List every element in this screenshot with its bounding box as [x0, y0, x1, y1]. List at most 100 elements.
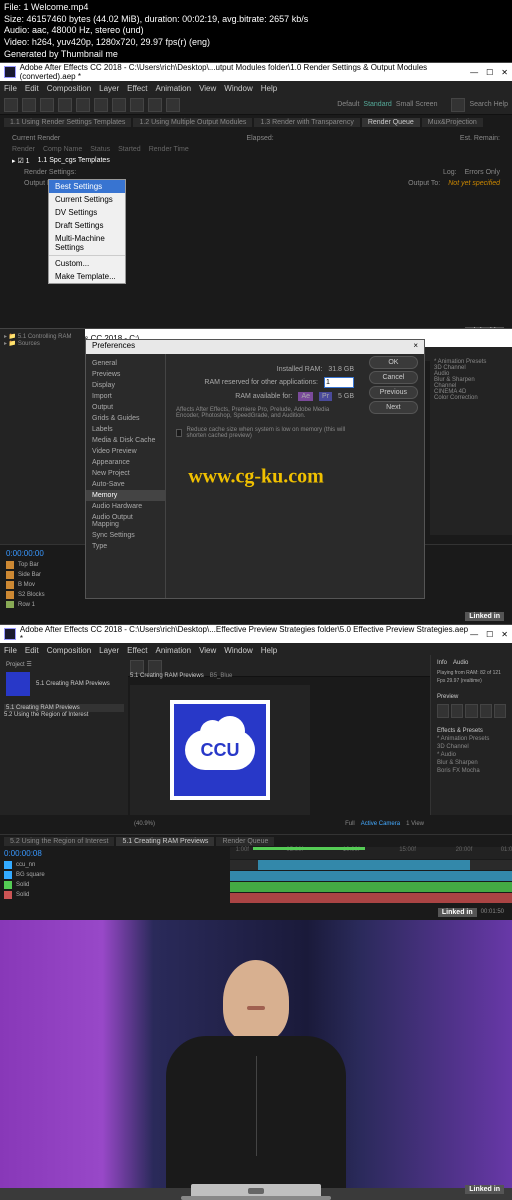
track-bar[interactable]	[230, 882, 512, 892]
menu-draft-settings[interactable]: Draft Settings	[49, 219, 125, 232]
prefs-next-button[interactable]: Next	[369, 401, 418, 414]
workspace-default[interactable]: Default	[337, 101, 359, 108]
viewer-camera[interactable]: Active Camera	[361, 821, 400, 827]
track-bar[interactable]	[230, 893, 512, 903]
prefs-previews[interactable]: Previews	[86, 369, 165, 380]
preview-next-icon[interactable]	[480, 704, 492, 718]
prefs-labels[interactable]: Labels	[86, 424, 165, 435]
rq-item-name[interactable]: 1.1 Spc_cgs Templates	[38, 157, 110, 165]
tool-camera[interactable]	[76, 98, 90, 112]
log-value[interactable]: Errors Only	[465, 169, 500, 176]
menu-current-settings[interactable]: Current Settings	[49, 193, 125, 206]
composition-viewer[interactable]: CCU	[130, 685, 310, 815]
prefs-ok-button[interactable]: OK	[369, 356, 418, 369]
maximize-button[interactable]: ☐	[486, 68, 493, 77]
zoom-level[interactable]: (40.9%)	[134, 821, 155, 827]
prefs-display[interactable]: Display	[86, 380, 165, 391]
tab-mux[interactable]: Mux&Projection	[422, 118, 483, 127]
prefs-close-button[interactable]: ×	[413, 341, 418, 353]
prefs-type[interactable]: Type	[86, 541, 165, 552]
comp-tab-2[interactable]: B5_Blue	[210, 673, 233, 679]
menu-layer[interactable]: Layer	[99, 84, 119, 93]
tab-transparency[interactable]: 1.3 Render with Transparency	[254, 118, 359, 127]
preview-tab[interactable]: Preview	[435, 693, 508, 701]
menu-effect[interactable]: Effect	[127, 84, 147, 93]
prefs-import[interactable]: Import	[86, 391, 165, 402]
tool-shape[interactable]	[112, 98, 126, 112]
tl-tab-3[interactable]: Render Queue	[216, 837, 274, 846]
workspace-standard[interactable]: Standard	[363, 101, 391, 108]
prefs-prev-button[interactable]: Previous	[369, 386, 418, 399]
menu-edit[interactable]: Edit	[25, 84, 39, 93]
prefs-audio-out[interactable]: Audio Output Mapping	[86, 512, 165, 530]
prefs-sync[interactable]: Sync Settings	[86, 530, 165, 541]
menu-window[interactable]: Window	[224, 84, 252, 93]
proj-sources[interactable]: ▸ 📁 Sources	[4, 340, 81, 347]
menu-composition[interactable]: Composition	[47, 84, 91, 93]
menu-edit[interactable]: Edit	[25, 646, 39, 655]
menu-view[interactable]: View	[199, 646, 216, 655]
menu-window[interactable]: Window	[224, 646, 252, 655]
close-button[interactable]: ✕	[501, 68, 508, 77]
menu-multi-machine[interactable]: Multi-Machine Settings	[49, 232, 125, 254]
prefs-audio-hw[interactable]: Audio Hardware	[86, 501, 165, 512]
menu-file[interactable]: File	[4, 84, 17, 93]
menu-best-settings[interactable]: Best Settings	[49, 180, 125, 193]
track-bar[interactable]	[258, 860, 470, 870]
prefs-autosave[interactable]: Auto-Save	[86, 479, 165, 490]
prefs-memory[interactable]: Memory	[86, 490, 165, 501]
viewer-views[interactable]: 1 View	[406, 821, 424, 827]
tool-zoom[interactable]	[40, 98, 54, 112]
timeline-ruler[interactable]: 1:00f 05:00f 10:00f 15:00f 20:00f 01:00f	[230, 847, 512, 859]
menu-layer[interactable]: Layer	[99, 646, 119, 655]
minimize-button[interactable]: —	[470, 630, 478, 639]
viewer-full[interactable]: Full	[345, 821, 355, 827]
tool-hand[interactable]	[22, 98, 36, 112]
menu-dv-settings[interactable]: DV Settings	[49, 206, 125, 219]
tool-pen[interactable]	[130, 98, 144, 112]
menu-make-template[interactable]: Make Template...	[49, 270, 125, 283]
preview-prev-icon[interactable]	[451, 704, 463, 718]
output-to-value[interactable]: Not yet specified	[448, 180, 500, 187]
tl-tab-1[interactable]: 5.2 Using the Region of Interest	[4, 837, 114, 846]
minimize-button[interactable]: —	[470, 68, 478, 77]
audio-tab[interactable]: Audio	[453, 660, 468, 666]
menu-custom[interactable]: Custom...	[49, 257, 125, 270]
proj-item-1[interactable]: 5.1 Creating RAM Previews	[4, 704, 124, 712]
tool-selection[interactable]	[4, 98, 18, 112]
tool-rotate[interactable]	[58, 98, 72, 112]
preview-last-icon[interactable]	[494, 704, 506, 718]
tool-pen[interactable]	[130, 660, 144, 674]
search-icon[interactable]	[451, 98, 465, 112]
prefs-grids[interactable]: Grids & Guides	[86, 413, 165, 424]
effects-tab[interactable]: Effects & Presets	[435, 727, 508, 735]
ram-reserved-input[interactable]	[324, 377, 354, 388]
comp-tab-1[interactable]: 5.1 Creating RAM Previews	[130, 673, 204, 679]
preview-play-icon[interactable]	[465, 704, 477, 718]
menu-animation[interactable]: Animation	[155, 646, 191, 655]
proj-folder[interactable]: ▸ 📁 5.1 Controlling RAM	[4, 333, 81, 340]
prefs-new-project[interactable]: New Project	[86, 468, 165, 479]
menu-help[interactable]: Help	[261, 84, 277, 93]
prefs-video[interactable]: Video Preview	[86, 446, 165, 457]
close-button[interactable]: ✕	[501, 630, 508, 639]
workspace-small[interactable]: Small Screen	[396, 101, 438, 108]
menu-animation[interactable]: Animation	[155, 84, 191, 93]
prefs-general[interactable]: General	[86, 358, 165, 369]
tool-text[interactable]	[148, 98, 162, 112]
menu-file[interactable]: File	[4, 646, 17, 655]
tab-output-modules[interactable]: 1.2 Using Multiple Output Modules	[133, 118, 252, 127]
tab-render-settings[interactable]: 1.1 Using Render Settings Templates	[4, 118, 131, 127]
timecode-3[interactable]: 0:00:00:08	[0, 847, 230, 860]
proj-item-2[interactable]: 5.2 Using the Region of Interest	[4, 712, 124, 718]
menu-effect[interactable]: Effect	[127, 646, 147, 655]
prefs-output[interactable]: Output	[86, 402, 165, 413]
prefs-appearance[interactable]: Appearance	[86, 457, 165, 468]
preview-first-icon[interactable]	[437, 704, 449, 718]
reduce-cache-checkbox[interactable]	[176, 429, 182, 437]
tool-pan[interactable]	[94, 98, 108, 112]
tool-brush[interactable]	[166, 98, 180, 112]
tl-tab-2[interactable]: 5.1 Creating RAM Previews	[116, 837, 214, 846]
tab-render-queue[interactable]: Render Queue	[362, 118, 420, 127]
menu-view[interactable]: View	[199, 84, 216, 93]
